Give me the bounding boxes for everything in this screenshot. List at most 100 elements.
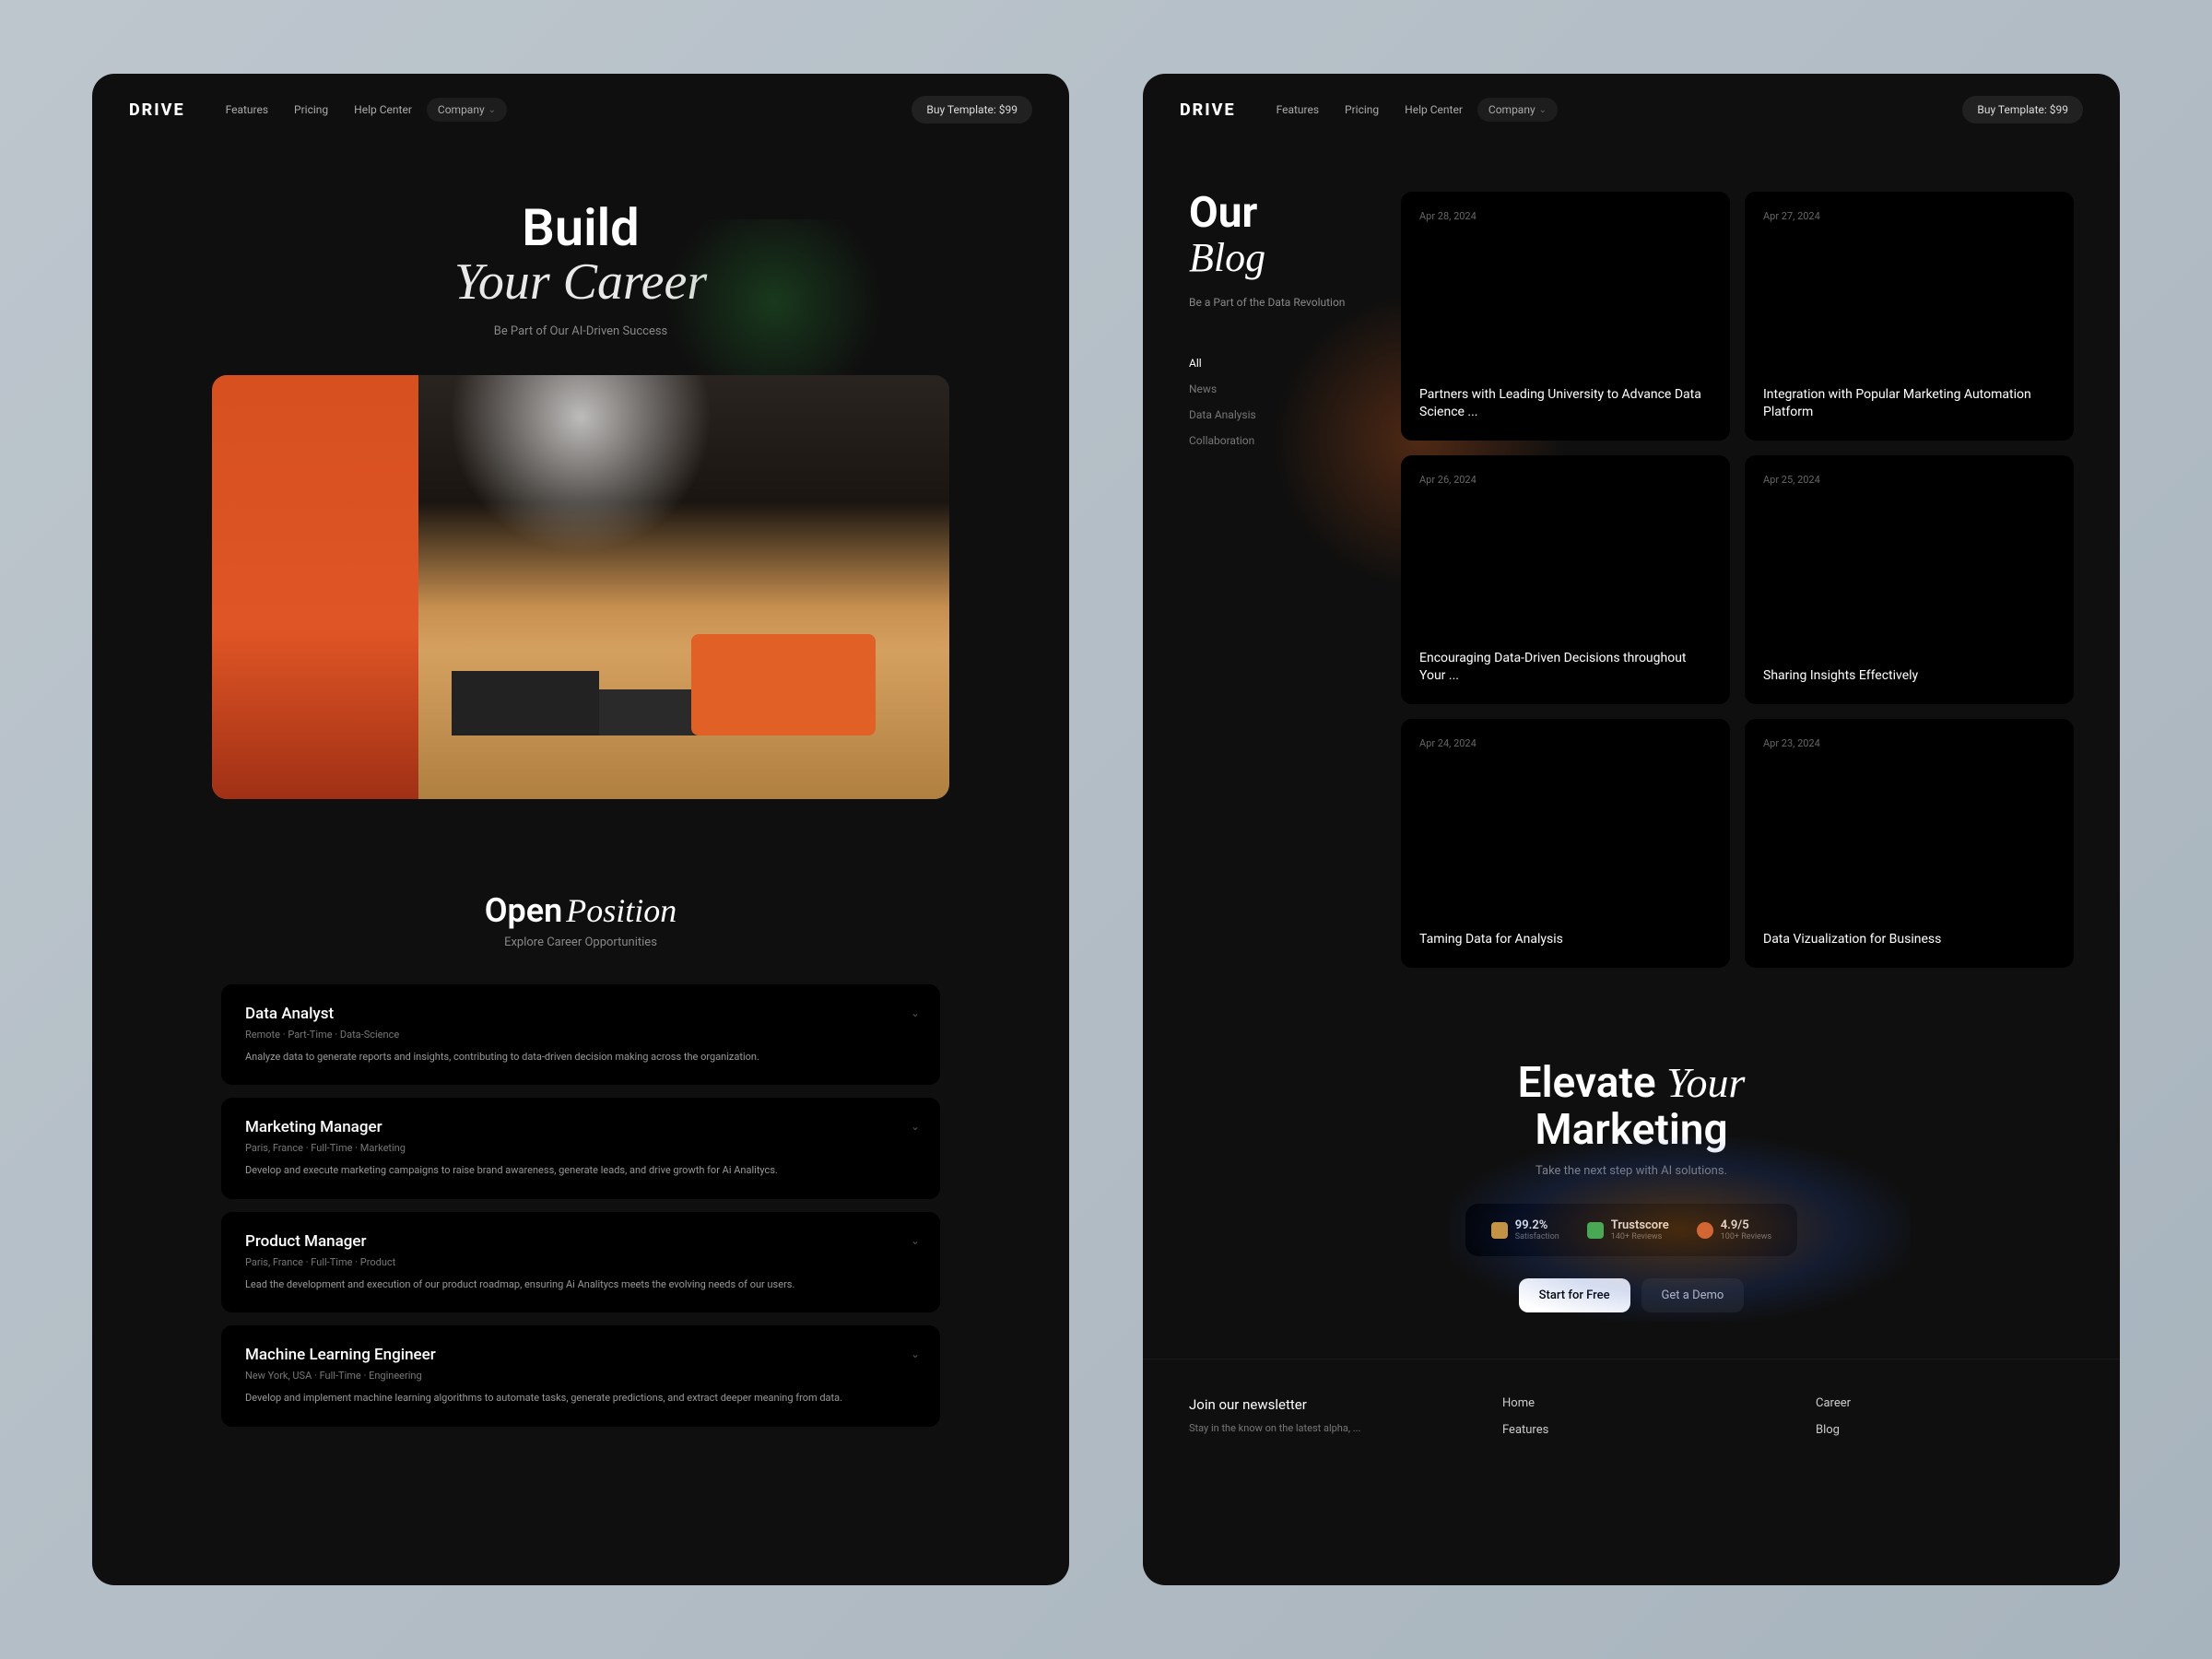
jobs-list: Data Analyst RemotePart-TimeData-Science… — [92, 957, 1069, 1482]
job-card[interactable]: Machine Learning Engineer New York, USAF… — [221, 1325, 940, 1427]
job-desc: Analyze data to generate reports and ins… — [245, 1050, 916, 1065]
blog-heading-1: Our — [1189, 192, 1373, 234]
top-nav: DRIVE Features Pricing Help Center Compa… — [1143, 74, 2120, 146]
blog-sub: Be a Part of the Data Revolution — [1189, 294, 1373, 311]
blog-sidebar: Our Blog Be a Part of the Data Revolutio… — [1189, 192, 1373, 968]
chevron-down-icon: ⌄ — [488, 105, 496, 115]
start-free-button[interactable]: Start for Free — [1519, 1278, 1630, 1312]
badge-label: 140+ Reviews — [1611, 1232, 1669, 1241]
badge-value: 99.2% — [1515, 1218, 1559, 1232]
card-date: Apr 27, 2024 — [1763, 210, 2055, 222]
nav-help[interactable]: Help Center — [343, 98, 423, 122]
blog-card[interactable]: Apr 26, 2024 Encouraging Data-Driven Dec… — [1401, 455, 1730, 704]
filter-data-analysis[interactable]: Data Analysis — [1189, 408, 1373, 421]
trust-badge: 99.2% Satisfaction — [1491, 1218, 1559, 1241]
nav-pricing[interactable]: Pricing — [1334, 98, 1390, 122]
get-demo-button[interactable]: Get a Demo — [1641, 1278, 1745, 1312]
footer-link-features[interactable]: Features — [1502, 1423, 1760, 1437]
trust-badge: 4.9/5 100+ Reviews — [1697, 1218, 1772, 1241]
filter-all[interactable]: All — [1189, 357, 1373, 370]
job-card[interactable]: Data Analyst RemotePart-TimeData-Science… — [221, 984, 940, 1086]
brand-logo[interactable]: DRIVE — [1180, 100, 1236, 120]
badge-value: 4.9/5 — [1721, 1218, 1772, 1232]
hero-section: Build Your Career Be Part of Our AI-Driv… — [92, 146, 1069, 827]
hero-title-1: Build — [129, 201, 1032, 255]
chevron-down-icon: ⌄ — [911, 1347, 920, 1360]
buy-template-button[interactable]: Buy Template: $99 — [1962, 96, 2083, 124]
chevron-down-icon: ⌄ — [911, 1234, 920, 1247]
card-title: Integration with Popular Marketing Autom… — [1763, 386, 2055, 422]
card-title: Partners with Leading University to Adva… — [1419, 386, 1712, 422]
footer-newsletter: Join our newsletter Stay in the know on … — [1189, 1396, 1447, 1437]
top-nav: DRIVE Features Pricing Help Center Compa… — [92, 74, 1069, 146]
card-title: Taming Data for Analysis — [1419, 931, 1712, 949]
job-card[interactable]: Marketing Manager Paris, FranceFull-Time… — [221, 1098, 940, 1199]
badge-label: 100+ Reviews — [1721, 1232, 1772, 1241]
nav-links: Features Pricing Help Center Company⌄ — [215, 98, 507, 122]
nav-pricing[interactable]: Pricing — [283, 98, 339, 122]
card-date: Apr 24, 2024 — [1419, 737, 1712, 749]
blog-heading-2: Blog — [1189, 234, 1373, 281]
blog-filters: All News Data Analysis Collaboration — [1189, 357, 1373, 447]
cta-sub: Take the next step with AI solutions. — [1180, 1164, 2083, 1178]
brand-logo[interactable]: DRIVE — [129, 100, 185, 120]
trust-badges: 99.2% Satisfaction Trustscore 140+ Revie… — [1465, 1204, 1797, 1256]
badge-icon — [1491, 1222, 1508, 1239]
job-title: Marketing Manager — [245, 1118, 916, 1136]
card-title: Sharing Insights Effectively — [1763, 667, 2055, 686]
hero-title-2: Your Career — [129, 255, 1032, 310]
footer-link-career[interactable]: Career — [1816, 1396, 2074, 1410]
nav-features[interactable]: Features — [215, 98, 279, 122]
blog-section: Our Blog Be a Part of the Data Revolutio… — [1143, 146, 2120, 1005]
nav-features[interactable]: Features — [1265, 98, 1330, 122]
chevron-down-icon: ⌄ — [911, 1120, 920, 1133]
newsletter-sub: Stay in the know on the latest alpha, ..… — [1189, 1422, 1447, 1434]
nav-links: Features Pricing Help Center Company⌄ — [1265, 98, 1558, 122]
blog-card[interactable]: Apr 25, 2024 Sharing Insights Effectivel… — [1745, 455, 2074, 704]
hero-image — [212, 375, 949, 799]
card-title: Encouraging Data-Driven Decisions throug… — [1419, 650, 1712, 686]
job-meta: RemotePart-TimeData-Science — [245, 1029, 916, 1041]
blog-card[interactable]: Apr 24, 2024 Taming Data for Analysis — [1401, 719, 1730, 968]
card-date: Apr 28, 2024 — [1419, 210, 1712, 222]
job-meta: Paris, FranceFull-TimeProduct — [245, 1256, 916, 1268]
blog-grid: Apr 28, 2024 Partners with Leading Unive… — [1401, 192, 2074, 968]
newsletter-heading: Join our newsletter — [1189, 1396, 1447, 1413]
card-date: Apr 26, 2024 — [1419, 474, 1712, 486]
job-desc: Develop and execute marketing campaigns … — [245, 1163, 916, 1179]
footer-col-1: Home Features — [1502, 1396, 1760, 1437]
cta-section: Elevate Your Marketing Take the next ste… — [1143, 1005, 2120, 1359]
hero-subtitle: Be Part of Our AI-Driven Success — [129, 324, 1032, 338]
card-title: Data Vizualization for Business — [1763, 931, 2055, 949]
filter-news[interactable]: News — [1189, 382, 1373, 395]
positions-heading-bold: Open — [485, 891, 563, 930]
nav-company[interactable]: Company⌄ — [427, 98, 507, 122]
footer-link-home[interactable]: Home — [1502, 1396, 1760, 1410]
careers-page: DRIVE Features Pricing Help Center Compa… — [92, 74, 1069, 1585]
job-desc: Develop and implement machine learning a… — [245, 1391, 916, 1406]
filter-collaboration[interactable]: Collaboration — [1189, 434, 1373, 447]
job-title: Data Analyst — [245, 1005, 916, 1023]
blog-card[interactable]: Apr 23, 2024 Data Vizualization for Busi… — [1745, 719, 2074, 968]
cta-buttons: Start for Free Get a Demo — [1180, 1278, 2083, 1312]
trust-badge: Trustscore 140+ Reviews — [1587, 1218, 1669, 1241]
buy-template-button[interactable]: Buy Template: $99 — [912, 96, 1032, 124]
nav-help[interactable]: Help Center — [1394, 98, 1474, 122]
positions-sub: Explore Career Opportunities — [92, 935, 1069, 949]
footer: Join our newsletter Stay in the know on … — [1143, 1359, 2120, 1474]
chevron-down-icon: ⌄ — [911, 1006, 920, 1019]
job-title: Product Manager — [245, 1232, 916, 1251]
cta-heading: Elevate Your Marketing — [1180, 1060, 2083, 1153]
blog-card[interactable]: Apr 27, 2024 Integration with Popular Ma… — [1745, 192, 2074, 441]
blog-card[interactable]: Apr 28, 2024 Partners with Leading Unive… — [1401, 192, 1730, 441]
badge-label: Satisfaction — [1515, 1232, 1559, 1241]
badge-icon — [1697, 1222, 1713, 1239]
nav-company[interactable]: Company⌄ — [1477, 98, 1558, 122]
job-card[interactable]: Product Manager Paris, FranceFull-TimePr… — [221, 1212, 940, 1313]
footer-link-blog[interactable]: Blog — [1816, 1423, 2074, 1437]
footer-col-2: Career Blog — [1816, 1396, 2074, 1437]
card-date: Apr 25, 2024 — [1763, 474, 2055, 486]
card-date: Apr 23, 2024 — [1763, 737, 2055, 749]
chevron-down-icon: ⌄ — [1539, 105, 1547, 115]
badge-value: Trustscore — [1611, 1218, 1669, 1232]
